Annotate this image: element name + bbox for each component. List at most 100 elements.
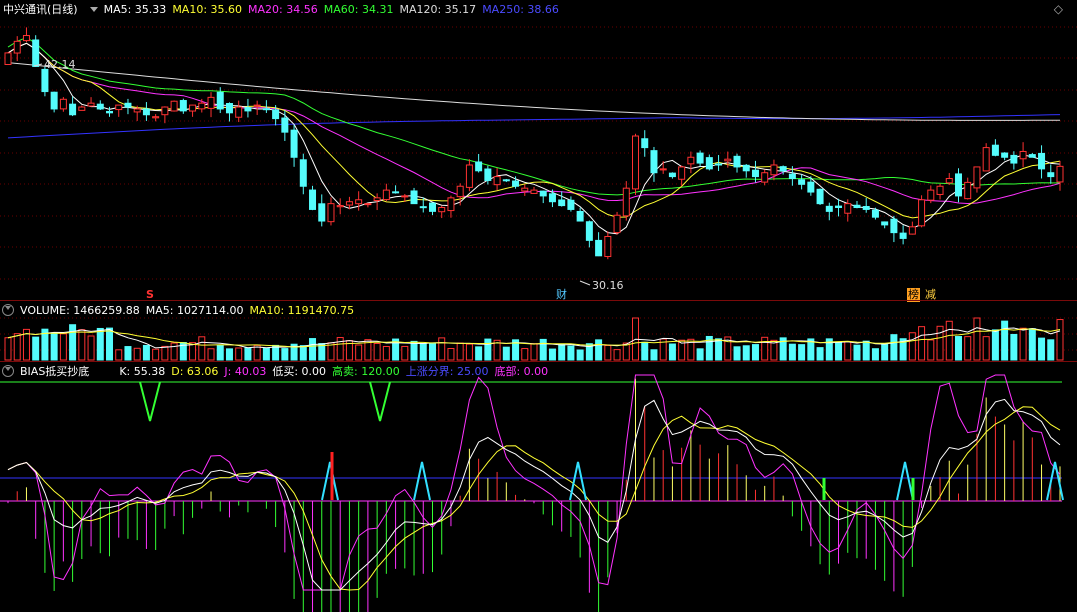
volume-bar (539, 338, 547, 361)
ma60-label: MA60: 34.31 (323, 2, 394, 16)
volume-bar (751, 344, 759, 361)
candle-body (825, 205, 833, 212)
candle-body (87, 102, 95, 107)
candle-body (678, 166, 686, 180)
candle-body (410, 190, 418, 205)
volume-bar (991, 329, 999, 361)
volume-bar (1001, 320, 1009, 361)
volume-bar (170, 342, 178, 361)
ma120-label: MA120: 35.17 (399, 2, 477, 16)
volume-bar (696, 348, 704, 361)
volume-bar (69, 324, 77, 361)
ma250-label: MA250: 38.66 (482, 2, 559, 16)
volume-bar (124, 346, 132, 361)
volume-bar (668, 343, 676, 361)
volume-bar (161, 345, 169, 361)
volume-bar (595, 339, 603, 361)
volume-bar (373, 342, 381, 361)
candle-body (22, 35, 30, 42)
candle-body (973, 166, 981, 189)
candle-body (1028, 154, 1036, 158)
candle-body (493, 176, 501, 186)
main-header: 中兴通讯(日线) MA5: 35.33 MA10: 35.60 MA20: 34… (0, 0, 1077, 18)
volume-bar (502, 346, 510, 361)
volume-bar (438, 337, 446, 361)
volume-bar (235, 347, 243, 361)
volume-bar (355, 344, 363, 361)
volume-bar (4, 337, 12, 361)
ma250-line (7, 114, 1061, 139)
candle-body (788, 173, 796, 180)
candle-body (41, 68, 49, 93)
volume-bar (964, 336, 972, 361)
volume-bar (613, 349, 621, 361)
volume-bar (465, 343, 473, 361)
candle-body (1001, 152, 1009, 158)
volume-bar (78, 329, 86, 361)
volume-bar (447, 348, 455, 361)
low-buy-label: 低买: 0.00 (272, 365, 327, 378)
candle-body (548, 193, 556, 203)
volume-bar (604, 345, 612, 361)
candle-body (198, 102, 206, 110)
candle-body (345, 201, 353, 206)
volume-bar (428, 343, 436, 361)
candle-body (807, 181, 815, 193)
candle-body (401, 195, 409, 198)
candle-body (899, 232, 907, 239)
diamond-icon[interactable]: ◇ (1054, 2, 1063, 16)
candle-body (604, 235, 612, 258)
volume-bar (244, 347, 252, 361)
volume-bar (973, 317, 981, 361)
sell-signal-mark (139, 381, 161, 422)
candle-body (705, 157, 713, 170)
volume-bar (908, 332, 916, 361)
volume-bar (530, 343, 538, 361)
volume-bar (382, 345, 390, 361)
candle-body (244, 107, 252, 112)
candle-body (336, 205, 344, 208)
candle-body (456, 185, 464, 198)
candle-body (216, 91, 224, 110)
volume-bar (853, 344, 861, 361)
j-label: J: 40.03 (224, 364, 267, 378)
candle-body (133, 108, 141, 113)
volume-bar (32, 336, 40, 361)
candle-body (835, 205, 843, 209)
buy-signal-mark (569, 461, 587, 501)
candle-body (715, 163, 723, 166)
volume-bar (456, 342, 464, 361)
d-line (7, 406, 1061, 591)
dropdown-circle-icon[interactable] (2, 304, 14, 316)
j-line (7, 374, 1061, 591)
candle-body (438, 207, 446, 213)
candle-body (530, 189, 538, 194)
dropdown-triangle-icon[interactable] (89, 6, 98, 12)
buy-signal-mark (413, 461, 431, 501)
candle-body (585, 221, 593, 241)
volume-bar (798, 344, 806, 361)
candle-body (595, 239, 603, 257)
candle-body (632, 135, 640, 190)
candle-body (871, 209, 879, 218)
candle-body (364, 203, 372, 206)
volume-ma5-label: MA5: 1027114.00 (145, 303, 244, 317)
volume-bar (115, 349, 123, 361)
ma20-line (7, 42, 1061, 205)
candle-body (96, 103, 104, 110)
candle-body (225, 103, 233, 114)
candle-body (890, 218, 898, 234)
volume-bar (945, 320, 953, 361)
volume-bar (475, 346, 483, 361)
candle-body (355, 199, 363, 205)
high-price-label: 42.14 (44, 58, 76, 71)
volume-bar (918, 326, 926, 361)
candle-body (668, 172, 676, 178)
volume-bar (410, 340, 418, 361)
candle-body (908, 226, 916, 235)
candle-body (733, 155, 741, 168)
candle-body (502, 179, 510, 182)
candle-body (115, 104, 123, 111)
dropdown-circle-icon[interactable] (2, 365, 14, 377)
candle-body (853, 204, 861, 209)
